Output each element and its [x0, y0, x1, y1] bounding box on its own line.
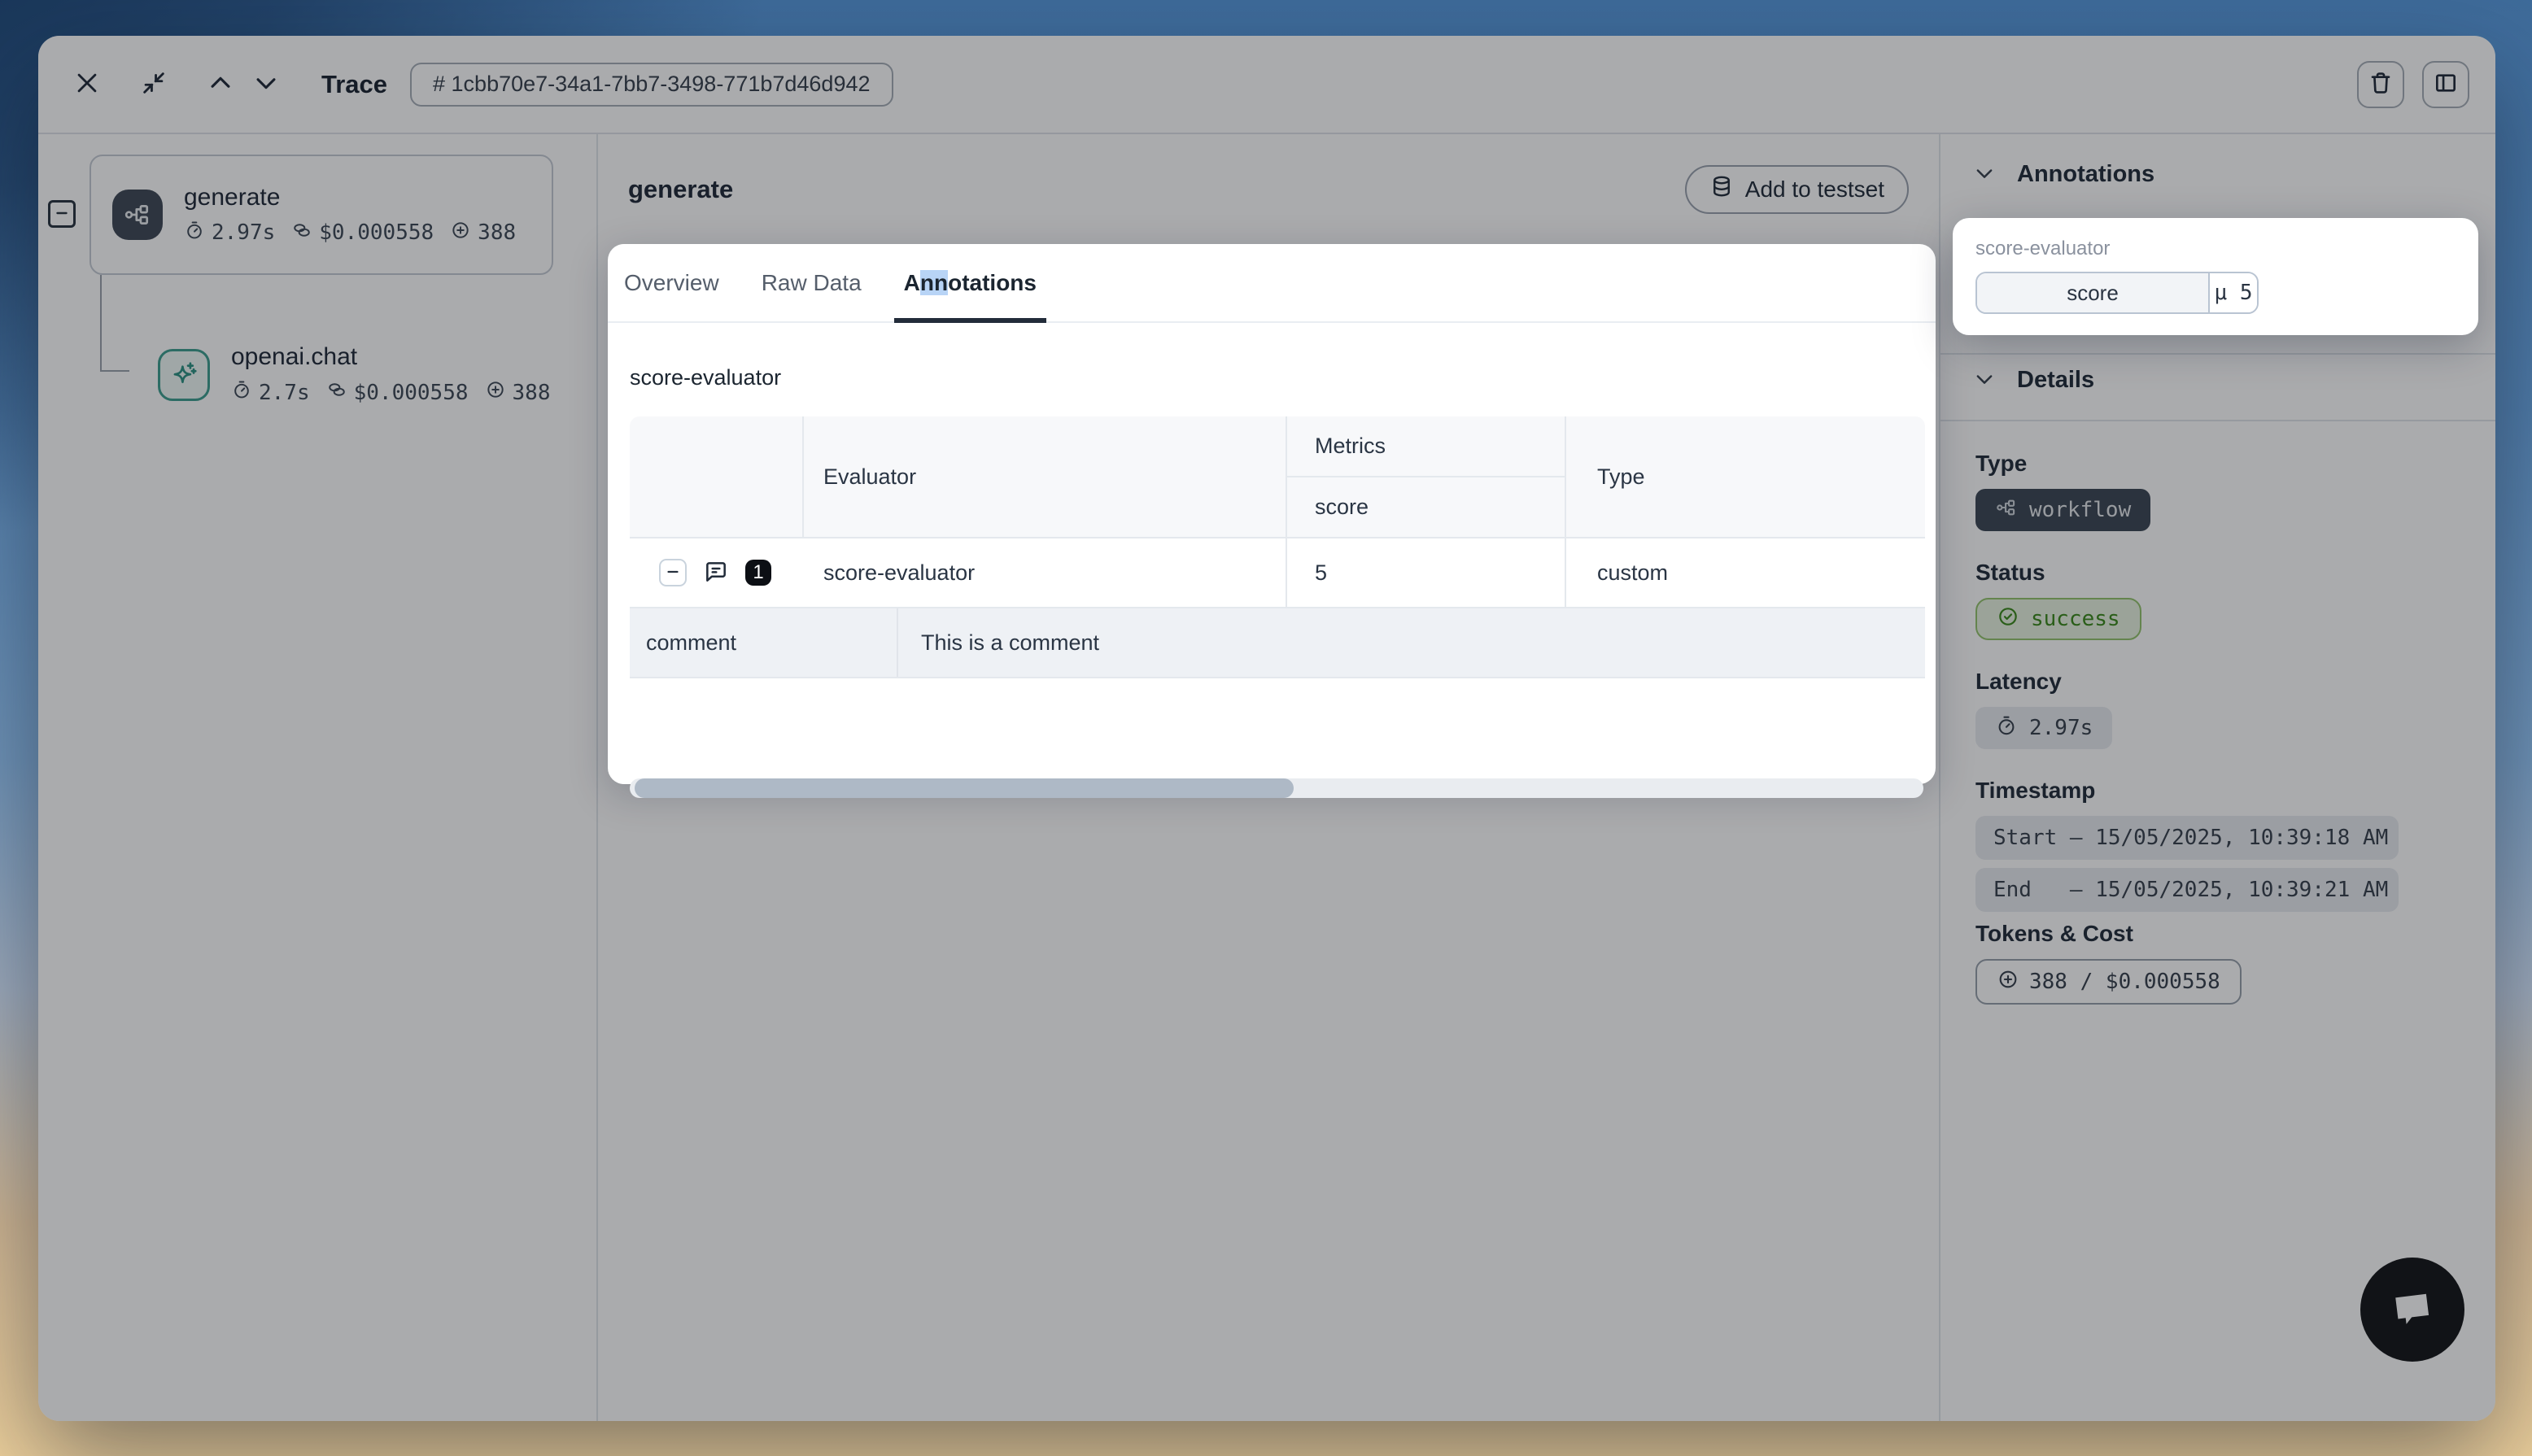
annotations-table: Evaluator Metrics score Type [630, 416, 1925, 678]
score-metric-pill: score μ 5 [1975, 272, 2259, 314]
row-checkbox-indeterminate[interactable] [659, 559, 687, 586]
column-header-metrics: Metrics [1315, 434, 1386, 459]
comment-button[interactable] [701, 558, 731, 587]
annotation-score-card: score-evaluator score μ 5 [1953, 218, 2478, 335]
cell-score: 5 [1287, 538, 1566, 607]
cell-type: custom [1566, 538, 1925, 607]
trace-modal: Trace # 1cbb70e7-34a1-7bb7-3498-771b7d46… [38, 36, 2495, 1421]
comment-key-cell: comment [630, 608, 898, 677]
comment-count-badge: 1 [745, 560, 771, 586]
span-tabs-card: Overview Raw Data Annotations score-eval… [608, 244, 1936, 784]
mean-score-value: μ 5 [2210, 273, 2257, 312]
score-metric-button[interactable]: score [1977, 273, 2210, 312]
evaluator-heading: score-evaluator [630, 365, 781, 390]
evaluator-name-label: score-evaluator [1975, 238, 2456, 260]
tab-overview[interactable]: Overview [614, 244, 729, 321]
tab-bar: Overview Raw Data Annotations [608, 244, 1936, 323]
subcolumn-header-score: score [1315, 495, 1369, 520]
comment-icon [703, 559, 729, 587]
tab-annotations[interactable]: Annotations [894, 244, 1046, 321]
comment-expanded-row: comment This is a comment [630, 608, 1925, 678]
cell-evaluator: score-evaluator [804, 538, 1287, 607]
minus-icon [664, 563, 682, 583]
horizontal-scrollbar-track [630, 778, 1923, 798]
annotations-tab-content: score-evaluator Evaluator Metrics score [630, 323, 1925, 784]
tab-raw-data[interactable]: Raw Data [752, 244, 871, 321]
table-header: Evaluator Metrics score Type [630, 416, 1925, 538]
column-header-type: Type [1597, 464, 1645, 490]
comment-value-cell: This is a comment [898, 608, 1925, 677]
table-row: 1 score-evaluator 5 custom [630, 538, 1925, 608]
horizontal-scrollbar-thumb[interactable] [635, 778, 1294, 798]
column-header-evaluator: Evaluator [823, 464, 916, 490]
text-selection: nn [920, 270, 948, 295]
